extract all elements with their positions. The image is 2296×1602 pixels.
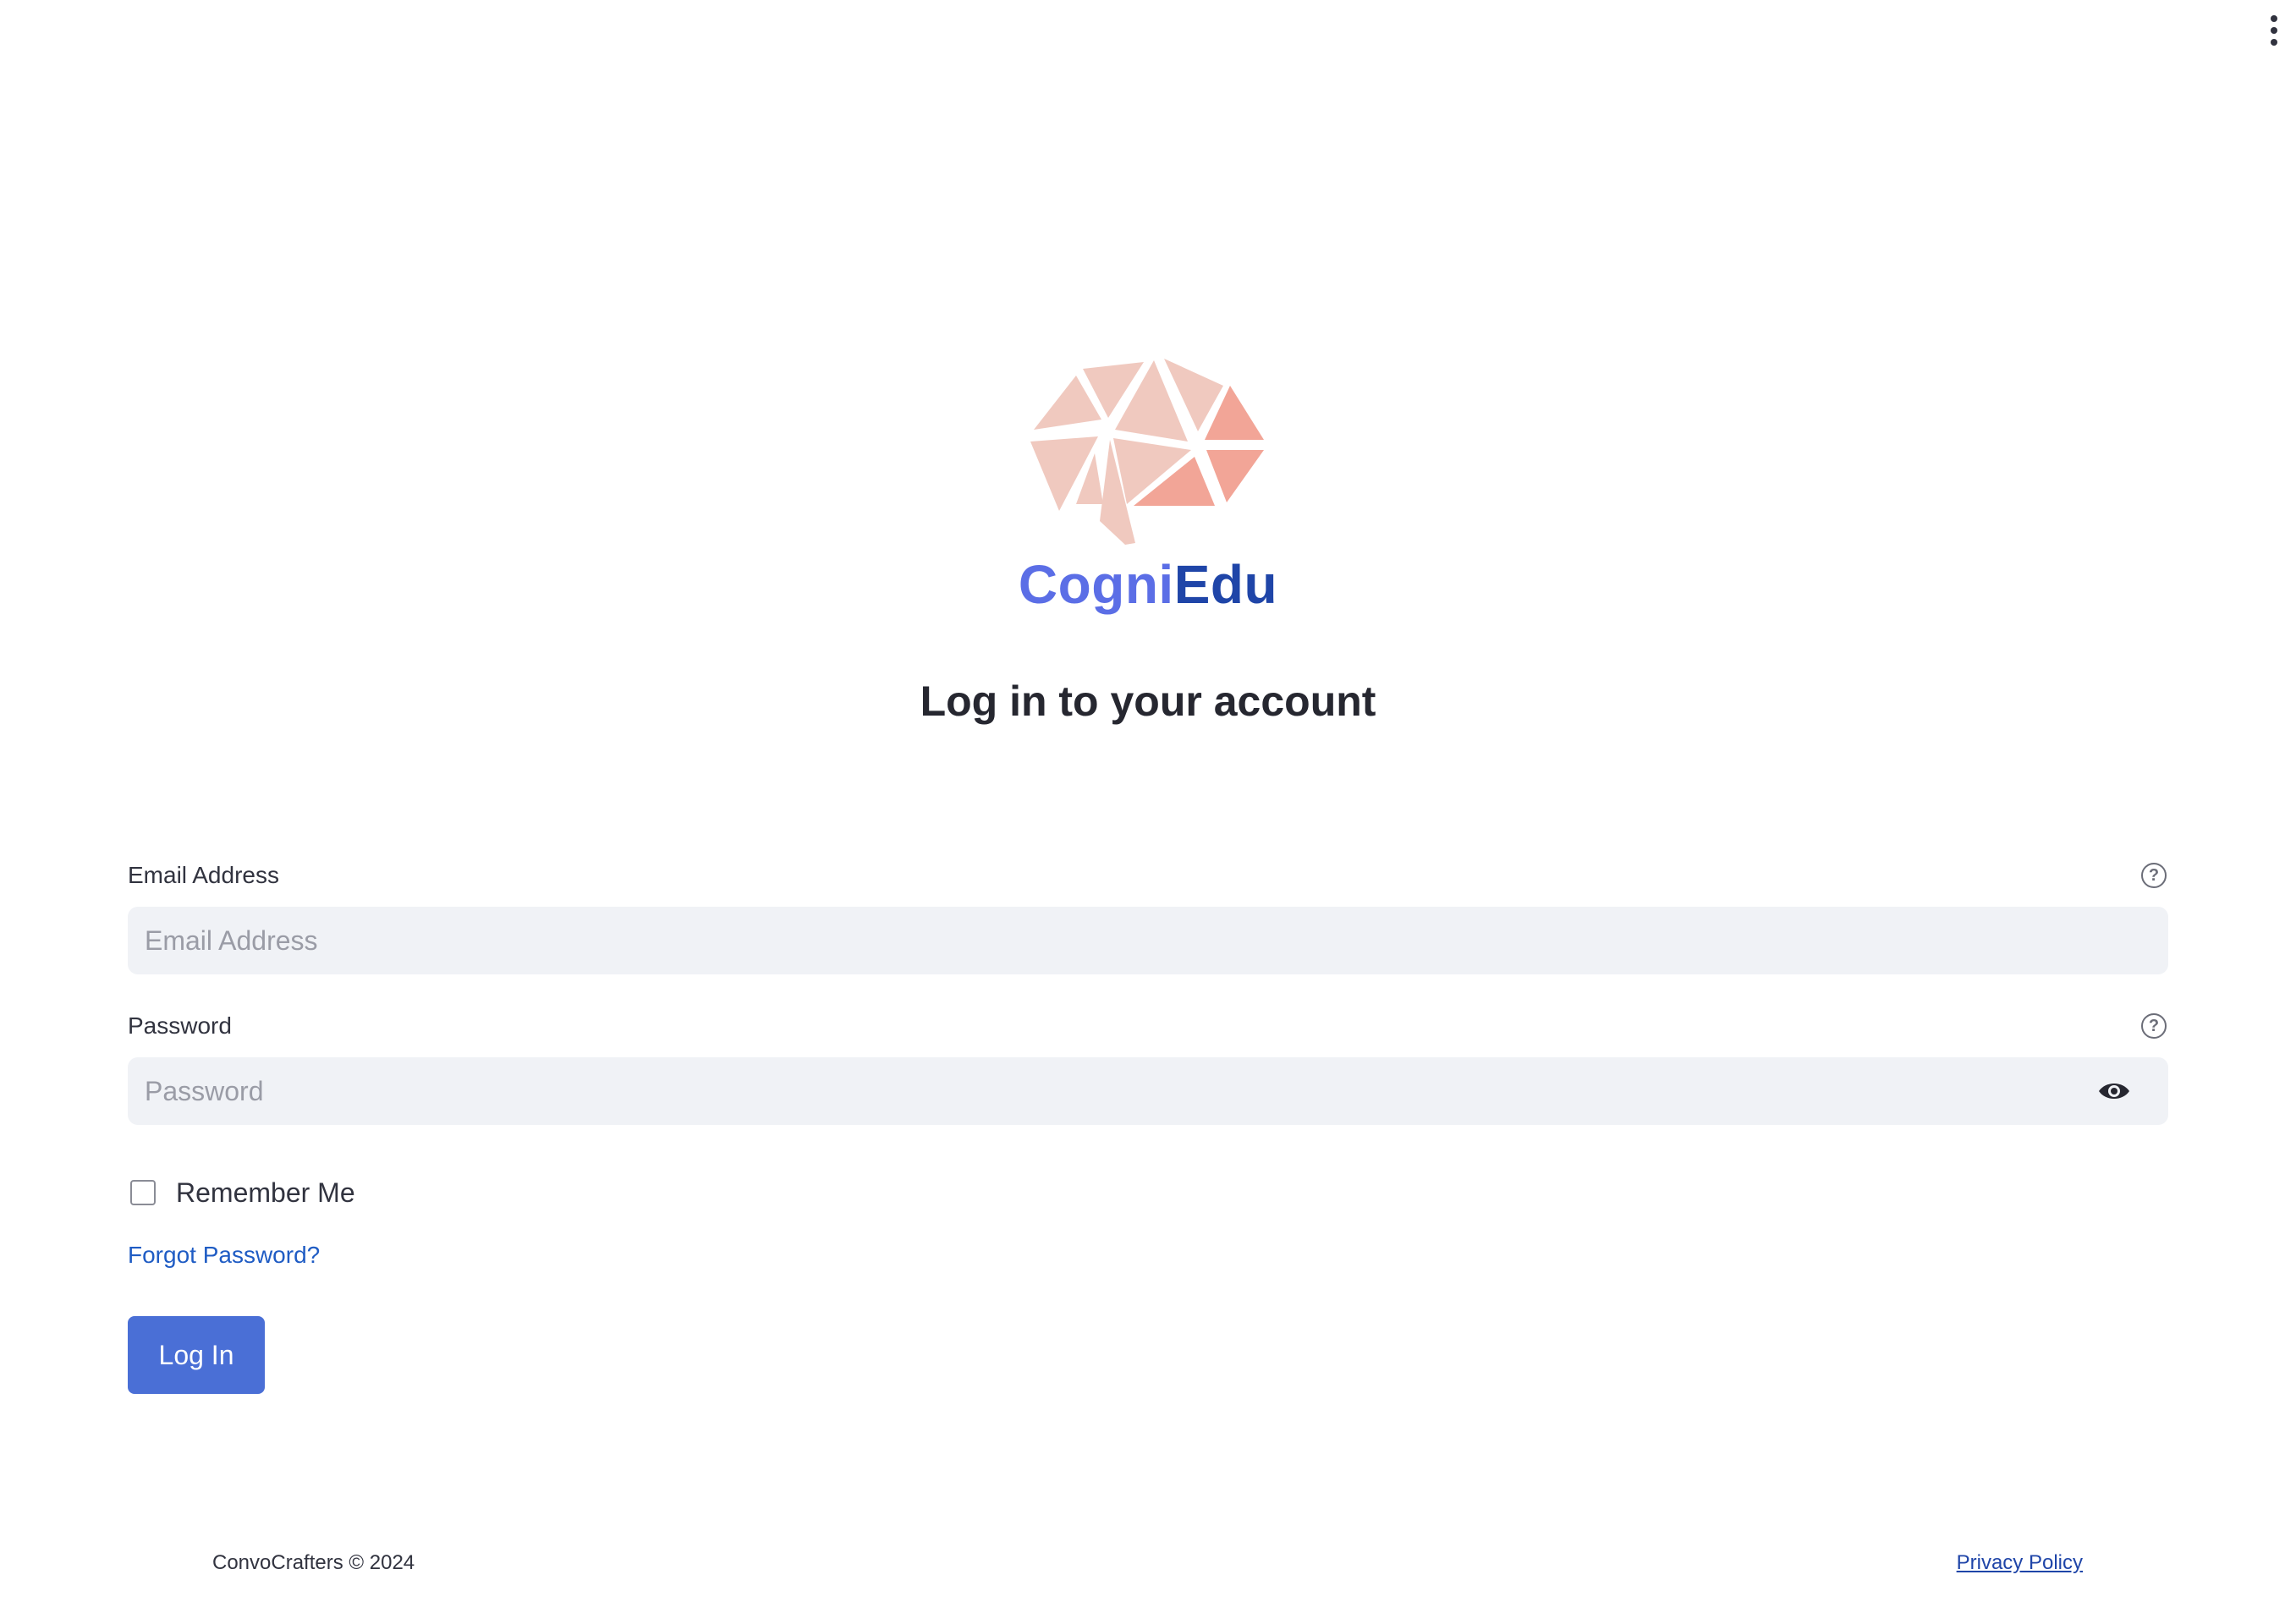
brand-name: CogniEdu <box>0 553 2296 616</box>
privacy-policy-link[interactable]: Privacy Policy <box>1957 1551 2083 1575</box>
eye-icon[interactable] <box>2097 1076 2131 1106</box>
brand-name-part2: Edu <box>1173 554 1278 615</box>
question-circle-icon[interactable]: ? <box>2141 1013 2167 1039</box>
password-label: Password <box>128 1012 232 1039</box>
page-title: Log in to your account <box>920 678 1376 725</box>
remember-me-checkbox[interactable] <box>130 1180 156 1205</box>
password-input-container <box>128 1057 2168 1125</box>
email-label: Email Address <box>128 862 279 888</box>
password-field-group: Password ? <box>128 1005 2168 1125</box>
copyright-text: ConvoCrafters © 2024 <box>212 1551 415 1574</box>
login-page: CogniEdu Log in to your account Email Ad… <box>0 0 2296 1602</box>
remember-me-label[interactable]: Remember Me <box>176 1177 355 1209</box>
brand-name-part1: Cogni <box>1018 554 1174 615</box>
kebab-menu-icon[interactable] <box>2264 14 2284 47</box>
forgot-password-link[interactable]: Forgot Password? <box>128 1242 320 1269</box>
email-field-group: Email Address ? <box>128 854 2168 974</box>
question-circle-icon[interactable]: ? <box>2141 863 2167 888</box>
email-input-container <box>128 907 2168 974</box>
login-button[interactable]: Log In <box>128 1316 265 1394</box>
password-input[interactable] <box>143 1074 2153 1108</box>
email-input[interactable] <box>143 924 2153 957</box>
brain-logo-icon <box>1024 355 1277 558</box>
login-form: Email Address ? Password ? <box>128 854 2168 1394</box>
remember-me-row: Remember Me <box>128 1176 2168 1210</box>
